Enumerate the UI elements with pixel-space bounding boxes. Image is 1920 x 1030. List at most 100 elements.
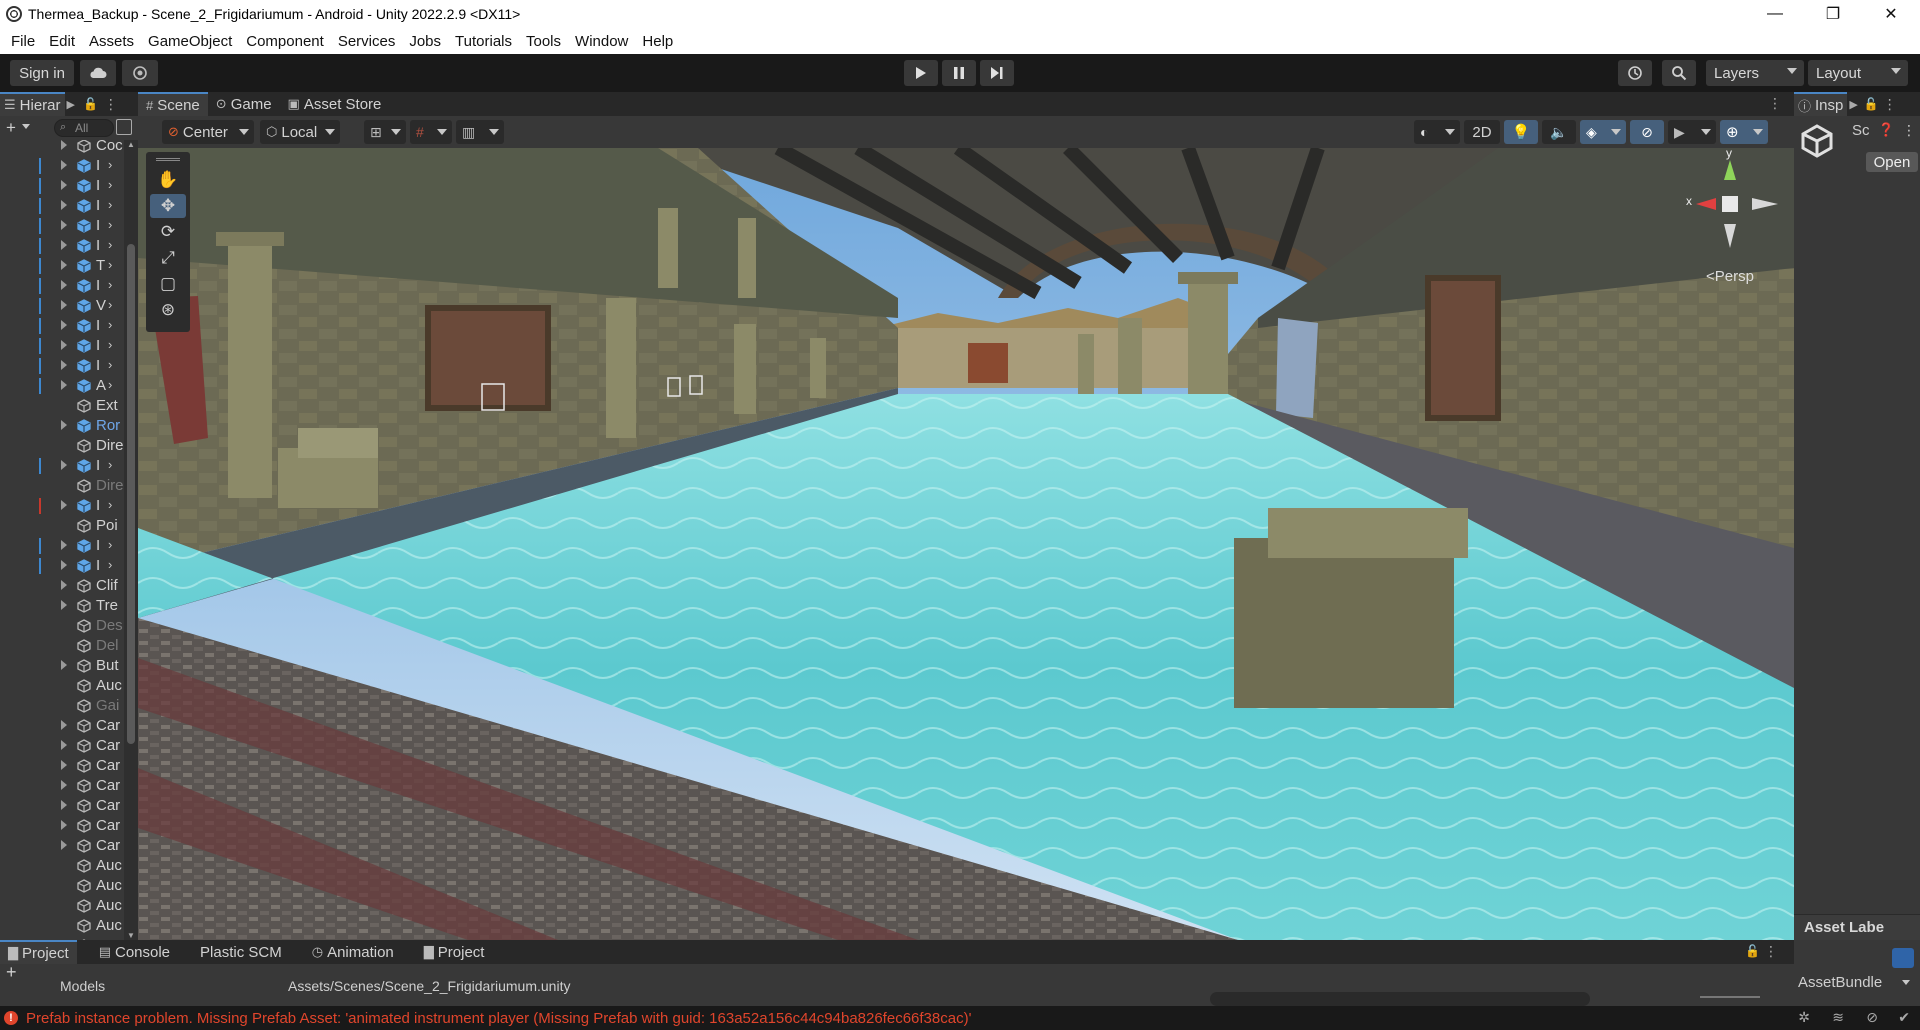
foldout-arrow-icon[interactable] (61, 140, 67, 150)
kebab-menu-icon[interactable]: ⋮ (1902, 122, 1916, 139)
foldout-arrow-icon[interactable] (61, 660, 67, 670)
scroll-down-icon[interactable]: ▼ (127, 931, 135, 940)
cloud-icon[interactable] (80, 60, 116, 86)
tab-inspector[interactable]: ⓘ Insp (1794, 92, 1848, 116)
hierarchy-scrollbar[interactable]: ▲ ▼ (124, 140, 138, 940)
menu-component[interactable]: Component (239, 33, 331, 50)
open-prefab-arrow-icon[interactable]: › (108, 537, 112, 552)
hierarchy-row[interactable]: Ror (0, 416, 124, 436)
rotate-tool-icon[interactable]: ⟳ (150, 220, 186, 244)
foldout-arrow-icon[interactable] (61, 540, 67, 550)
perspective-label[interactable]: <Persp (1706, 268, 1754, 285)
hierarchy-row[interactable]: Auc (0, 896, 124, 916)
menu-services[interactable]: Services (331, 33, 403, 50)
hierarchy-row[interactable]: T › (0, 256, 124, 276)
move-tool-icon[interactable]: ✥ (150, 194, 186, 218)
open-prefab-arrow-icon[interactable]: › (108, 257, 112, 272)
hierarchy-row[interactable]: Car (0, 836, 124, 856)
tab-project-2[interactable]: ▇ Project (416, 940, 493, 964)
foldout-arrow-icon[interactable] (61, 500, 67, 510)
lighting-toggle-icon[interactable]: 💡 (1504, 120, 1538, 144)
project-tree-item[interactable]: Models (60, 978, 105, 994)
kebab-menu-icon[interactable]: ⋮ (1764, 943, 1778, 960)
open-prefab-arrow-icon[interactable]: › (108, 317, 112, 332)
hierarchy-row[interactable]: Tre (0, 596, 124, 616)
hierarchy-row[interactable]: Del (0, 636, 124, 656)
icon-size-slider[interactable] (1700, 996, 1760, 998)
hierarchy-row[interactable]: Auc (0, 856, 124, 876)
foldout-arrow-icon[interactable] (61, 300, 67, 310)
pause-button[interactable] (942, 60, 976, 86)
2d-toggle-button[interactable]: 2D (1464, 120, 1500, 144)
hierarchy-search-input[interactable]: ⌕ All (54, 119, 114, 137)
foldout-arrow-icon[interactable] (61, 420, 67, 430)
open-prefab-arrow-icon[interactable]: › (108, 157, 112, 172)
maximize-button[interactable]: ❐ (1804, 0, 1862, 28)
chevron-down-icon[interactable] (1902, 980, 1910, 985)
foldout-arrow-icon[interactable] (61, 840, 67, 850)
audio-toggle-icon[interactable]: 🔈 (1542, 120, 1576, 144)
camera-dropdown[interactable]: ▶ (1668, 120, 1716, 144)
minimize-button[interactable]: — (1746, 0, 1804, 28)
hierarchy-row[interactable]: Gai (0, 696, 124, 716)
hierarchy-row[interactable]: I › (0, 556, 124, 576)
hierarchy-row[interactable]: V › (0, 296, 124, 316)
hierarchy-row[interactable]: Ext (0, 396, 124, 416)
tag-icon[interactable] (1892, 948, 1914, 968)
hierarchy-row[interactable]: I › (0, 276, 124, 296)
foldout-arrow-icon[interactable] (61, 260, 67, 270)
palette-drag-handle[interactable] (156, 158, 180, 161)
space-local-dropdown[interactable]: ⬡ Local (260, 120, 340, 144)
bug-icon[interactable]: ✲ (1798, 1009, 1810, 1026)
foldout-arrow-icon[interactable] (61, 160, 67, 170)
tab-hierarchy[interactable]: ☰ Hierar (0, 92, 65, 116)
hierarchy-row[interactable]: Dire (0, 436, 124, 456)
hierarchy-row[interactable]: I › (0, 456, 124, 476)
tab-animation[interactable]: ◷ Animation (304, 940, 402, 964)
transform-tool-icon[interactable]: ⊛ (150, 298, 186, 322)
effects-dropdown[interactable]: ◈ (1580, 120, 1626, 144)
hierarchy-row[interactable]: Car (0, 796, 124, 816)
hierarchy-row[interactable]: I › (0, 536, 124, 556)
add-icon[interactable]: + (6, 118, 16, 138)
hierarchy-row[interactable]: Poi (0, 516, 124, 536)
increment-snap-dropdown[interactable]: ▥ (456, 120, 504, 144)
foldout-arrow-icon[interactable] (61, 380, 67, 390)
open-prefab-arrow-icon[interactable]: › (108, 337, 112, 352)
hidden-objects-toggle-icon[interactable]: ⊘ (1630, 120, 1664, 144)
open-button[interactable]: Open (1866, 152, 1918, 172)
tab-asset-store[interactable]: ▣ Asset Store (280, 92, 390, 116)
foldout-arrow-icon[interactable] (61, 560, 67, 570)
scene-visibility-icon[interactable] (116, 119, 132, 135)
menu-gameobject[interactable]: GameObject (141, 33, 239, 50)
menu-help[interactable]: Help (635, 33, 680, 50)
foldout-arrow-icon[interactable] (61, 720, 67, 730)
foldout-arrow-icon[interactable] (61, 800, 67, 810)
hierarchy-row[interactable]: Clif (0, 576, 124, 596)
search-icon[interactable] (1662, 60, 1696, 86)
hierarchy-row[interactable]: I › (0, 176, 124, 196)
foldout-arrow-icon[interactable] (61, 780, 67, 790)
hierarchy-row[interactable]: Auc (0, 916, 124, 936)
tab-console[interactable]: ▤ Console (91, 940, 178, 964)
step-button[interactable] (980, 60, 1014, 86)
foldout-arrow-icon[interactable] (61, 340, 67, 350)
hierarchy-row[interactable]: Car (0, 776, 124, 796)
tab-plastic-scm[interactable]: Plastic SCM (192, 940, 290, 964)
scale-tool-icon[interactable]: ⤢ (150, 246, 186, 270)
project-search-input[interactable] (1210, 992, 1590, 1006)
open-prefab-arrow-icon[interactable]: › (108, 277, 112, 292)
tab-project[interactable]: ▇ Project (0, 940, 77, 964)
open-prefab-arrow-icon[interactable]: › (108, 217, 112, 232)
grid-visibility-dropdown[interactable]: # (410, 120, 452, 144)
foldout-arrow-icon[interactable] (61, 760, 67, 770)
open-prefab-arrow-icon[interactable]: › (108, 457, 112, 472)
hierarchy-row[interactable]: I › (0, 216, 124, 236)
foldout-arrow-icon[interactable] (61, 580, 67, 590)
kebab-menu-icon[interactable]: ⋮ (1883, 96, 1897, 113)
scene-viewport[interactable]: y x <Persp ✋ ✥ ⟳ ⤢ ▢ ⊛ (138, 148, 1794, 940)
menu-assets[interactable]: Assets (82, 33, 141, 50)
layout-dropdown[interactable]: Layout (1808, 60, 1908, 86)
menu-jobs[interactable]: Jobs (402, 33, 448, 50)
tab-game[interactable]: ⊙ Game (208, 92, 280, 116)
